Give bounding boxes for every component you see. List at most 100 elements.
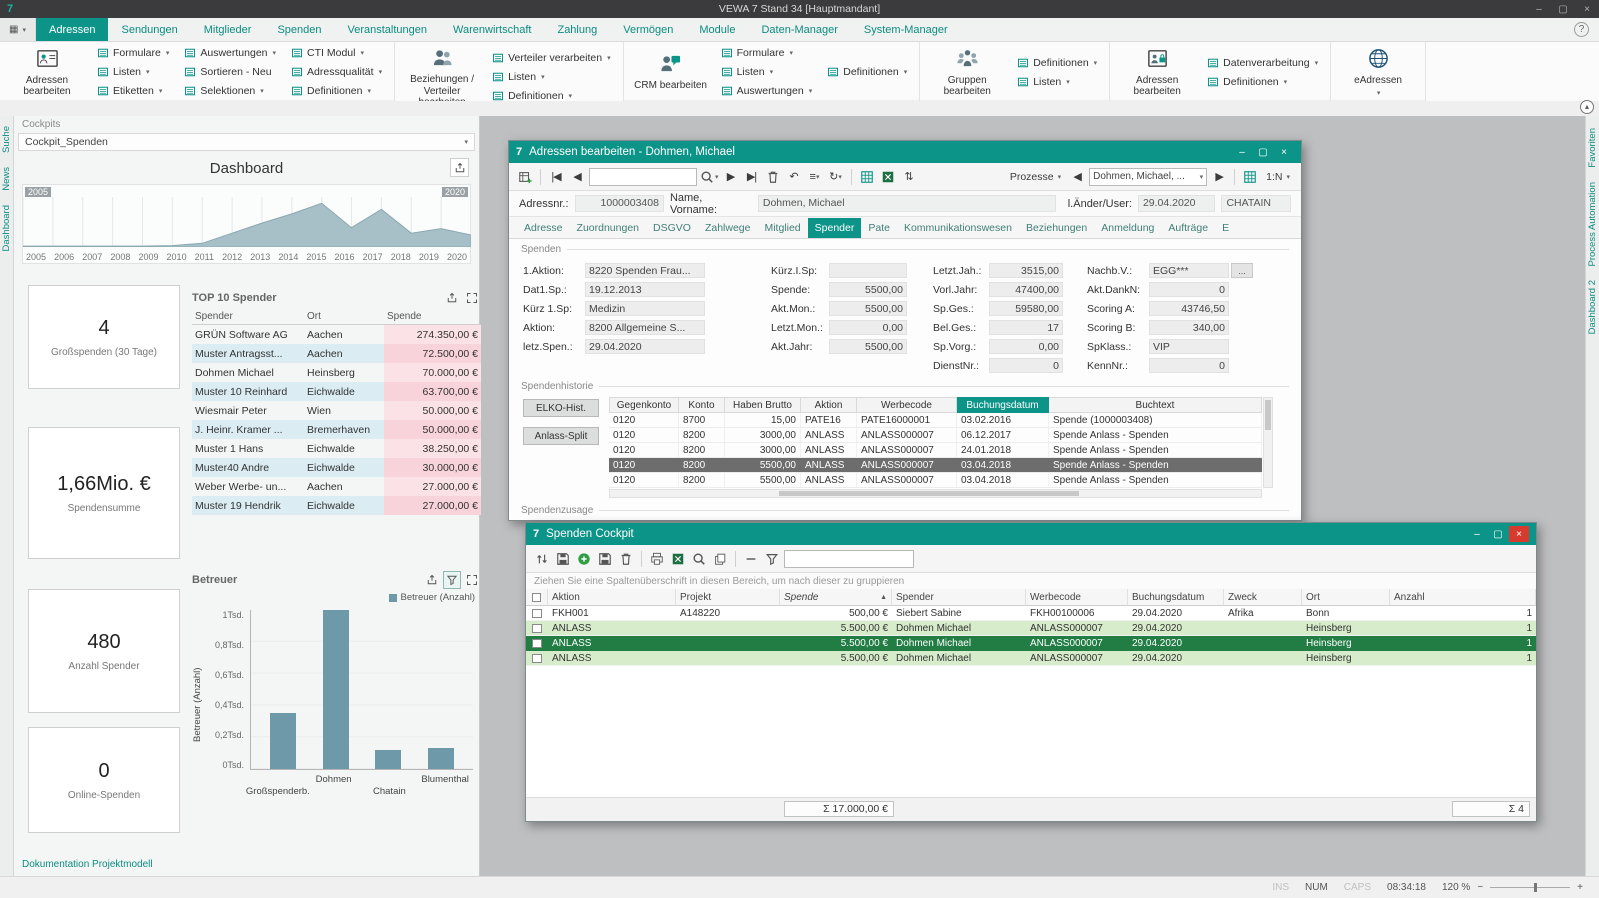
address-tab[interactable]: Mitglied bbox=[757, 218, 807, 238]
historie-row[interactable]: 0120 8200 3000,00 ANLASS ANLASS000007 24… bbox=[609, 443, 1262, 458]
address-tab[interactable]: Aufträge bbox=[1161, 218, 1215, 238]
copy-button[interactable] bbox=[711, 549, 729, 569]
collapse-rows-button[interactable] bbox=[742, 549, 760, 569]
nachbv-more-button[interactable]: ... bbox=[1231, 263, 1253, 278]
field-value[interactable]: 8220 Spenden Frau... bbox=[585, 263, 705, 278]
field-value[interactable]: 5500,00 bbox=[829, 282, 907, 297]
print-button[interactable] bbox=[648, 549, 666, 569]
close-button[interactable]: × bbox=[1509, 526, 1529, 542]
widget-filter-button[interactable] bbox=[443, 571, 461, 589]
last-record-button[interactable]: ▶| bbox=[743, 167, 761, 187]
field-value[interactable]: Medizin bbox=[585, 301, 705, 316]
zoom-out-icon[interactable]: − bbox=[1477, 882, 1483, 893]
menu-tab[interactable]: Warenwirtschaft bbox=[440, 18, 544, 41]
cockpit-window-titlebar[interactable]: 7 Spenden Cockpit – ▢ × bbox=[526, 523, 1536, 545]
vertical-scrollbar[interactable] bbox=[1263, 397, 1273, 488]
field-value[interactable]: 29.04.2020 bbox=[585, 339, 705, 354]
close-button[interactable]: × bbox=[1274, 144, 1294, 160]
address-tab[interactable]: Beziehungen bbox=[1019, 218, 1094, 238]
menu-tab[interactable]: System-Manager bbox=[851, 18, 961, 41]
field-value[interactable]: 19.12.2013 bbox=[585, 282, 705, 297]
range-end-chip[interactable]: 2020 bbox=[442, 187, 468, 197]
ribbon-listen-button[interactable]: Listen▾ bbox=[1012, 73, 1102, 91]
record-next-button[interactable]: ▶ bbox=[1210, 167, 1228, 187]
table-row[interactable]: Muster40 Andre Eichwalde 30.000,00 € bbox=[192, 458, 481, 477]
ribbon-collapse-icon[interactable]: ▴ bbox=[1580, 100, 1594, 114]
adressnr-field[interactable]: 1000003408 bbox=[575, 195, 664, 212]
ribbon-verteiler-verarbeiten-button[interactable]: Verteiler verarbeiten▾ bbox=[487, 49, 615, 67]
cockpit-selector[interactable]: Cockpit_Spenden ▾ bbox=[18, 133, 475, 151]
row-checkbox[interactable] bbox=[526, 621, 548, 635]
app-maximize-button[interactable]: ▢ bbox=[1551, 0, 1575, 18]
add-row-button[interactable] bbox=[575, 549, 593, 569]
row-checkbox[interactable] bbox=[526, 636, 548, 650]
field-value[interactable]: EGG*** bbox=[1149, 263, 1229, 278]
menu-tab[interactable]: Veranstaltungen bbox=[335, 18, 441, 41]
maximize-button[interactable]: ▢ bbox=[1253, 144, 1273, 160]
dock-tab[interactable]: News bbox=[1, 167, 12, 191]
ribbon-sortieren-neu-button[interactable]: Sortieren - Neu bbox=[179, 63, 281, 81]
menu-tab[interactable]: Mitglieder bbox=[191, 18, 265, 41]
prozesse-button[interactable]: Prozesse▾ bbox=[1006, 167, 1065, 187]
historie-row[interactable]: 0120 8200 3000,00 ANLASS ANLASS000007 06… bbox=[609, 428, 1262, 443]
field-value[interactable]: 47400,00 bbox=[989, 282, 1063, 297]
table-row[interactable]: Muster Antragsst... Aachen 72.500,00 € bbox=[192, 344, 481, 363]
excel-export-button[interactable] bbox=[669, 549, 687, 569]
ribbon-listen-button[interactable]: Listen▾ bbox=[92, 63, 174, 81]
ribbon-definitionen-button[interactable]: Definitionen▾ bbox=[286, 82, 387, 100]
search-button[interactable]: ▾ bbox=[700, 167, 719, 187]
field-value[interactable]: 0,00 bbox=[829, 320, 907, 335]
table-row[interactable]: ANLASS 5.500,00 € Dohmen Michael ANLASS0… bbox=[526, 651, 1536, 666]
table-row[interactable]: Muster 19 Hendrik Eichwalde 27.000,00 € bbox=[192, 496, 481, 515]
select-all-checkbox[interactable] bbox=[526, 589, 548, 606]
field-value[interactable] bbox=[829, 263, 907, 278]
historie-row[interactable]: 0120 8700 15,00 PATE16 PATE16000001 03.0… bbox=[609, 413, 1262, 428]
field-value[interactable]: 0 bbox=[1149, 282, 1229, 297]
ribbon-listen-button[interactable]: Listen▾ bbox=[716, 63, 818, 81]
field-value[interactable]: 3515,00 bbox=[989, 263, 1063, 278]
widget-expand-button[interactable] bbox=[463, 571, 481, 589]
address-tab[interactable]: E bbox=[1215, 218, 1236, 238]
relation-1n-button[interactable]: 1:N▾ bbox=[1262, 167, 1294, 187]
historie-row[interactable]: 0120 8200 5500,00 ANLASS ANLASS000007 03… bbox=[609, 458, 1262, 473]
zoom-in-icon[interactable]: + bbox=[1577, 882, 1583, 893]
table-row[interactable]: Wiesmair Peter Wien 50.000,00 € bbox=[192, 401, 481, 420]
field-value[interactable]: 8200 Allgemeine S... bbox=[585, 320, 705, 335]
previous-record-button[interactable]: ◀ bbox=[568, 167, 586, 187]
scrollbar-thumb[interactable] bbox=[779, 491, 1078, 496]
refresh-button[interactable]: ↻▾ bbox=[827, 167, 845, 187]
dock-tab[interactable]: Suche bbox=[1, 126, 12, 153]
aender-date-field[interactable]: 29.04.2020 bbox=[1138, 195, 1216, 212]
first-record-button[interactable]: |◀ bbox=[547, 167, 565, 187]
field-value[interactable]: 5500,00 bbox=[829, 301, 907, 316]
address-tab[interactable]: Adresse bbox=[517, 218, 570, 238]
sort-button[interactable]: ⇅ bbox=[900, 167, 918, 187]
field-value[interactable]: 0 bbox=[1149, 358, 1229, 373]
field-value[interactable]: 340,00 bbox=[1149, 320, 1229, 335]
ribbon-dsgvo-adressen-button[interactable]: Adressen bearbeiten bbox=[1117, 45, 1197, 100]
dock-tab[interactable]: Dashboard 2 bbox=[1587, 280, 1598, 334]
excel-export-button[interactable] bbox=[879, 167, 897, 187]
ribbon-crm-bearbeiten-button[interactable]: CRM bearbeiten bbox=[631, 50, 711, 94]
field-value[interactable]: 5500,00 bbox=[829, 339, 907, 354]
table-row[interactable]: Dohmen Michael Heinsberg 70.000,00 € bbox=[192, 363, 481, 382]
ribbon-definitionen-button[interactable]: Definitionen▾ bbox=[1202, 73, 1323, 91]
table-row[interactable]: FKH001 A148220 500,00 € Siebert Sabine F… bbox=[526, 606, 1536, 621]
widget-expand-button[interactable] bbox=[463, 289, 481, 307]
ribbon-adressqualitaet-button[interactable]: Adressqualität▾ bbox=[286, 63, 387, 81]
menu-tab[interactable]: Adressen bbox=[36, 18, 108, 41]
ribbon-listen-button[interactable]: Listen▾ bbox=[487, 68, 615, 86]
menu-tab[interactable]: Module bbox=[686, 18, 748, 41]
table-row[interactable]: Weber Werbe- un... Aachen 27.000,00 € bbox=[192, 477, 481, 496]
address-tab[interactable]: Spender bbox=[808, 218, 862, 238]
record-prev-button[interactable]: ◀ bbox=[1068, 167, 1086, 187]
address-tab[interactable]: DSGVO bbox=[646, 218, 698, 238]
dock-tab[interactable]: Favoriten bbox=[1587, 128, 1598, 168]
field-value[interactable]: 59580,00 bbox=[989, 301, 1063, 316]
minimize-button[interactable]: – bbox=[1232, 144, 1252, 160]
undo-button[interactable]: ↶ bbox=[785, 167, 803, 187]
filter-button[interactable]: ≡▾ bbox=[806, 167, 824, 187]
move-updown-button[interactable] bbox=[533, 549, 551, 569]
scrollbar-thumb[interactable] bbox=[1265, 400, 1271, 430]
ribbon-eadressen-button[interactable]: eAdressen ▾ bbox=[1338, 45, 1418, 99]
